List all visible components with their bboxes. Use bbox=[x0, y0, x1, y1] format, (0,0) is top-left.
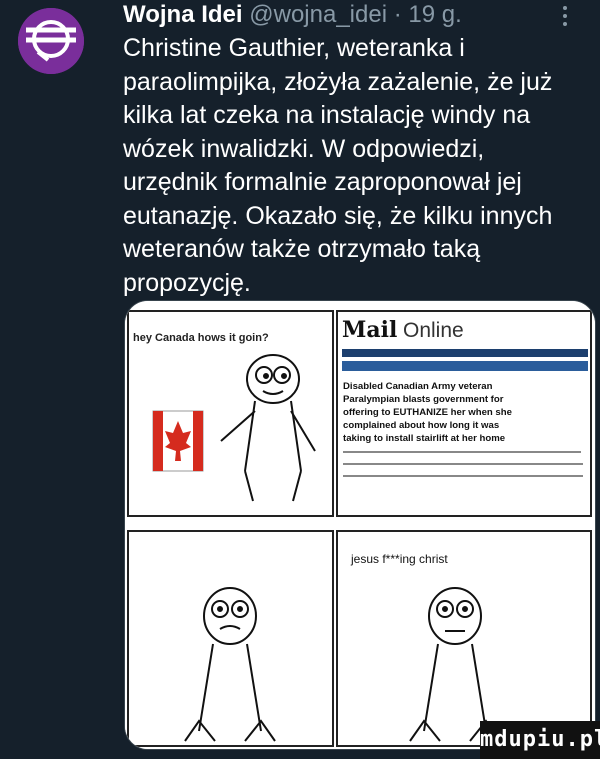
author-name[interactable]: Wojna Idei bbox=[123, 1, 243, 28]
panel4-caption: jesus f***ing christ bbox=[350, 552, 448, 566]
author-avatar[interactable] bbox=[18, 8, 84, 74]
svg-text:Disabled Canadian Army veteran: Disabled Canadian Army veteran Paralympi… bbox=[343, 381, 515, 444]
tweet-text: Christine Gauthier, weteranka i paraolim… bbox=[123, 34, 553, 297]
headline-line: offering to EUTHANIZE her when she bbox=[343, 407, 512, 418]
panel1-caption: hey Canada hows it goin? bbox=[133, 332, 269, 344]
comic-image: hey Canada hows it goin? Mail Online Dis… bbox=[125, 301, 595, 749]
wojna-idei-logo-icon bbox=[18, 8, 84, 74]
headline-line: Disabled Canadian Army veteran bbox=[343, 381, 493, 392]
online-logo: Online bbox=[403, 319, 464, 342]
author-handle[interactable]: @wojna_idei bbox=[249, 1, 387, 28]
header-separator: · bbox=[387, 1, 409, 28]
headline-line: taking to install stairlift at her home bbox=[343, 433, 505, 444]
site-watermark: mdupiu.pl bbox=[480, 721, 600, 759]
headline-line: Paralympian blasts government for bbox=[343, 394, 504, 405]
tweet-time[interactable]: 19 g. bbox=[408, 1, 461, 28]
mail-logo: Mail bbox=[342, 317, 397, 343]
tweet-media-card[interactable]: hey Canada hows it goin? Mail Online Dis… bbox=[124, 300, 596, 750]
more-options-icon[interactable] bbox=[562, 6, 568, 26]
tweet-header: Wojna Idei @wojna_idei · 19 g. bbox=[123, 0, 462, 30]
canada-flag-icon bbox=[152, 410, 204, 472]
headline-line: complained about how long it was bbox=[343, 420, 499, 431]
